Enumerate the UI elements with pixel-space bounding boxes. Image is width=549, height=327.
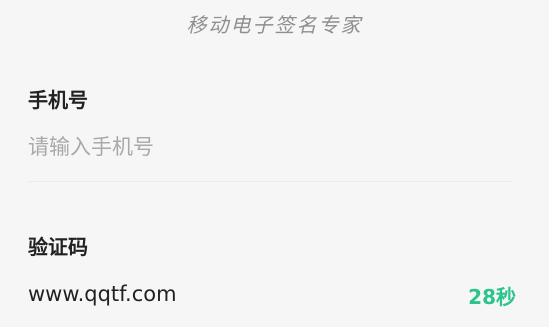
phone-input[interactable]	[28, 130, 512, 164]
code-label: 验证码	[28, 235, 88, 259]
phone-divider	[28, 181, 512, 182]
phone-label: 手机号	[28, 88, 88, 112]
resend-countdown-button[interactable]: 28秒	[468, 281, 516, 310]
watermark-title: 移动电子签名专家	[186, 13, 363, 37]
code-input[interactable]	[28, 277, 428, 311]
